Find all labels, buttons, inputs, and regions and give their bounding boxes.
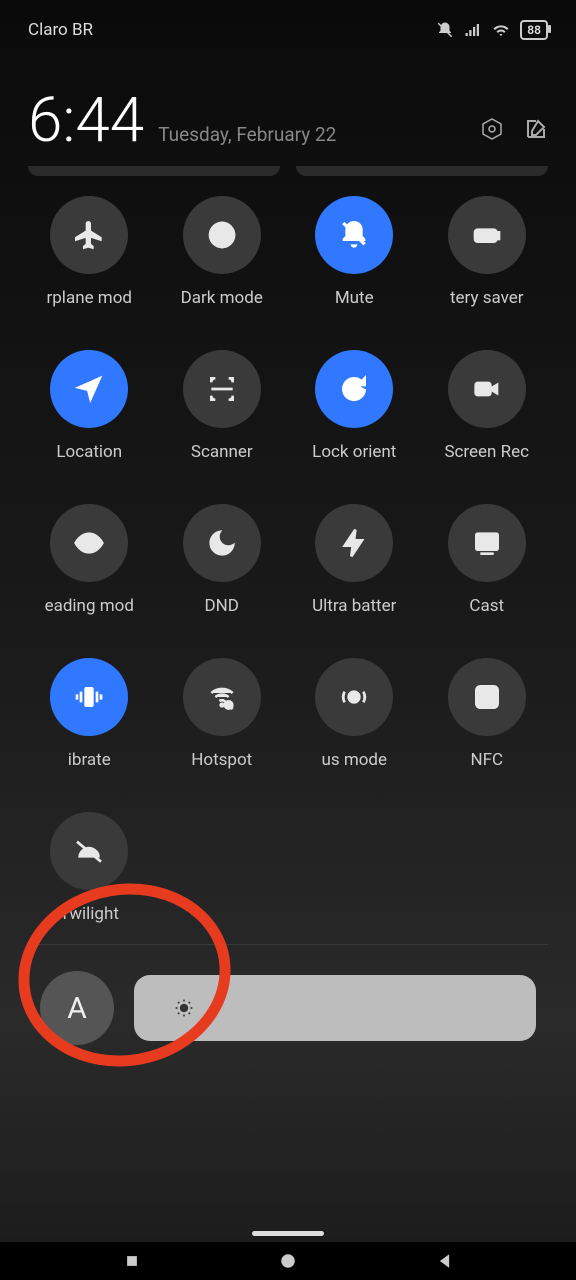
- sun-icon: [174, 998, 194, 1018]
- tile-scanner-button[interactable]: [183, 350, 261, 428]
- tile-location-button[interactable]: [50, 350, 128, 428]
- tile-label: Mute: [335, 288, 374, 310]
- tile-label: Screen Rec: [444, 442, 529, 464]
- tile-hotspot: Hotspot: [161, 658, 284, 802]
- tile-dnd-button[interactable]: [183, 504, 261, 582]
- tile-label: Ultra batter: [312, 596, 396, 618]
- cast-icon: [471, 527, 503, 559]
- tile-cast-button[interactable]: [448, 504, 526, 582]
- tile-nfc: NFC: [426, 658, 549, 802]
- tile-lockorient: Lock orient: [293, 350, 416, 494]
- tile-label: Location: [56, 442, 122, 464]
- tile-nfc-button[interactable]: [448, 658, 526, 736]
- battery-icon: [471, 219, 503, 251]
- tile-label: Hotspot: [191, 750, 252, 772]
- brightness-slider[interactable]: [134, 975, 536, 1041]
- tile-label: us mode: [321, 750, 387, 772]
- tile-ultrabattery: Ultra batter: [293, 504, 416, 648]
- tile-cast: Cast: [426, 504, 549, 648]
- moon-icon: [206, 527, 238, 559]
- tile-scanner: Scanner: [161, 350, 284, 494]
- tile-lockorient-button[interactable]: [315, 350, 393, 428]
- tile-airplane-button[interactable]: [50, 196, 128, 274]
- tile-readingmode: eading mod: [28, 504, 151, 648]
- tile-focusmode: us mode: [293, 658, 416, 802]
- focus-icon: [338, 681, 370, 713]
- tile-label: rplane mod: [47, 288, 133, 310]
- tile-label: tery saver: [450, 288, 524, 310]
- brightness-top-placeholder: [0, 166, 576, 190]
- status-bar: Claro BR 88: [0, 0, 576, 50]
- tile-vibrate: ibrate: [28, 658, 151, 802]
- tile-mute: Mute: [293, 196, 416, 340]
- tile-location: Location: [28, 350, 151, 494]
- tile-label: Cast: [469, 596, 504, 618]
- tile-readingmode-button[interactable]: [50, 504, 128, 582]
- tile-label: Twilight: [60, 904, 119, 926]
- lock-orient-icon: [338, 373, 370, 405]
- tile-batterysaver-button[interactable]: [448, 196, 526, 274]
- auto-brightness-button[interactable]: A: [40, 971, 114, 1045]
- tile-label: ibrate: [68, 750, 111, 772]
- tile-label: Lock orient: [312, 442, 396, 464]
- carrier-label: Claro BR: [28, 20, 93, 40]
- hotspot-icon: [206, 681, 238, 713]
- screenrec-icon: [471, 373, 503, 405]
- settings-icon[interactable]: [480, 117, 504, 141]
- tile-vibrate-button[interactable]: [50, 658, 128, 736]
- tile-darkmode-button[interactable]: [183, 196, 261, 274]
- nav-recents[interactable]: [107, 1249, 157, 1273]
- tile-label: Scanner: [191, 442, 253, 464]
- signal-icon: [464, 21, 482, 39]
- darkmode-icon: [206, 219, 238, 251]
- time-label: 6:44: [28, 90, 144, 152]
- wifi-icon: [492, 21, 510, 39]
- tile-batterysaver: tery saver: [426, 196, 549, 340]
- tile-twilight: Twilight: [28, 812, 151, 956]
- tile-twilight-button[interactable]: [50, 812, 128, 890]
- tile-focusmode-button[interactable]: [315, 658, 393, 736]
- tile-screenrec-button[interactable]: [448, 350, 526, 428]
- battery-indicator: 88: [520, 20, 548, 40]
- tile-ultrabattery-button[interactable]: [315, 504, 393, 582]
- tile-hotspot-button[interactable]: [183, 658, 261, 736]
- eye-icon: [73, 527, 105, 559]
- nav-home[interactable]: [263, 1249, 313, 1273]
- date-label: Tuesday, February 22: [158, 123, 466, 146]
- vibrate-icon: [73, 681, 105, 713]
- divider: [28, 944, 548, 945]
- brightness-row: A: [0, 957, 576, 1045]
- airplane-icon: [73, 219, 105, 251]
- mute-icon: [338, 219, 370, 251]
- tile-dnd: DND: [161, 504, 284, 648]
- location-icon: [73, 373, 105, 405]
- qs-tile-grid: rplane mod Dark mode Mute tery saver Loc…: [0, 190, 576, 956]
- nav-back[interactable]: [420, 1249, 470, 1273]
- qs-header: 6:44 Tuesday, February 22: [0, 50, 576, 162]
- tile-label: DND: [205, 596, 239, 618]
- tile-label: Dark mode: [181, 288, 263, 310]
- drag-handle[interactable]: [252, 1231, 324, 1236]
- tile-label: NFC: [470, 750, 503, 772]
- bolt-icon: [338, 527, 370, 559]
- tile-darkmode: Dark mode: [161, 196, 284, 340]
- tile-airplane: rplane mod: [28, 196, 151, 340]
- nav-bar: [0, 1242, 576, 1280]
- tile-mute-button[interactable]: [315, 196, 393, 274]
- nfc-icon: [471, 681, 503, 713]
- scanner-icon: [206, 373, 238, 405]
- tile-screenrec: Screen Rec: [426, 350, 549, 494]
- silent-status-icon: [436, 21, 454, 39]
- tile-label: eading mod: [45, 596, 134, 618]
- twilight-icon: [73, 835, 105, 867]
- auto-brightness-label: A: [67, 991, 87, 1026]
- edit-icon[interactable]: [524, 117, 548, 141]
